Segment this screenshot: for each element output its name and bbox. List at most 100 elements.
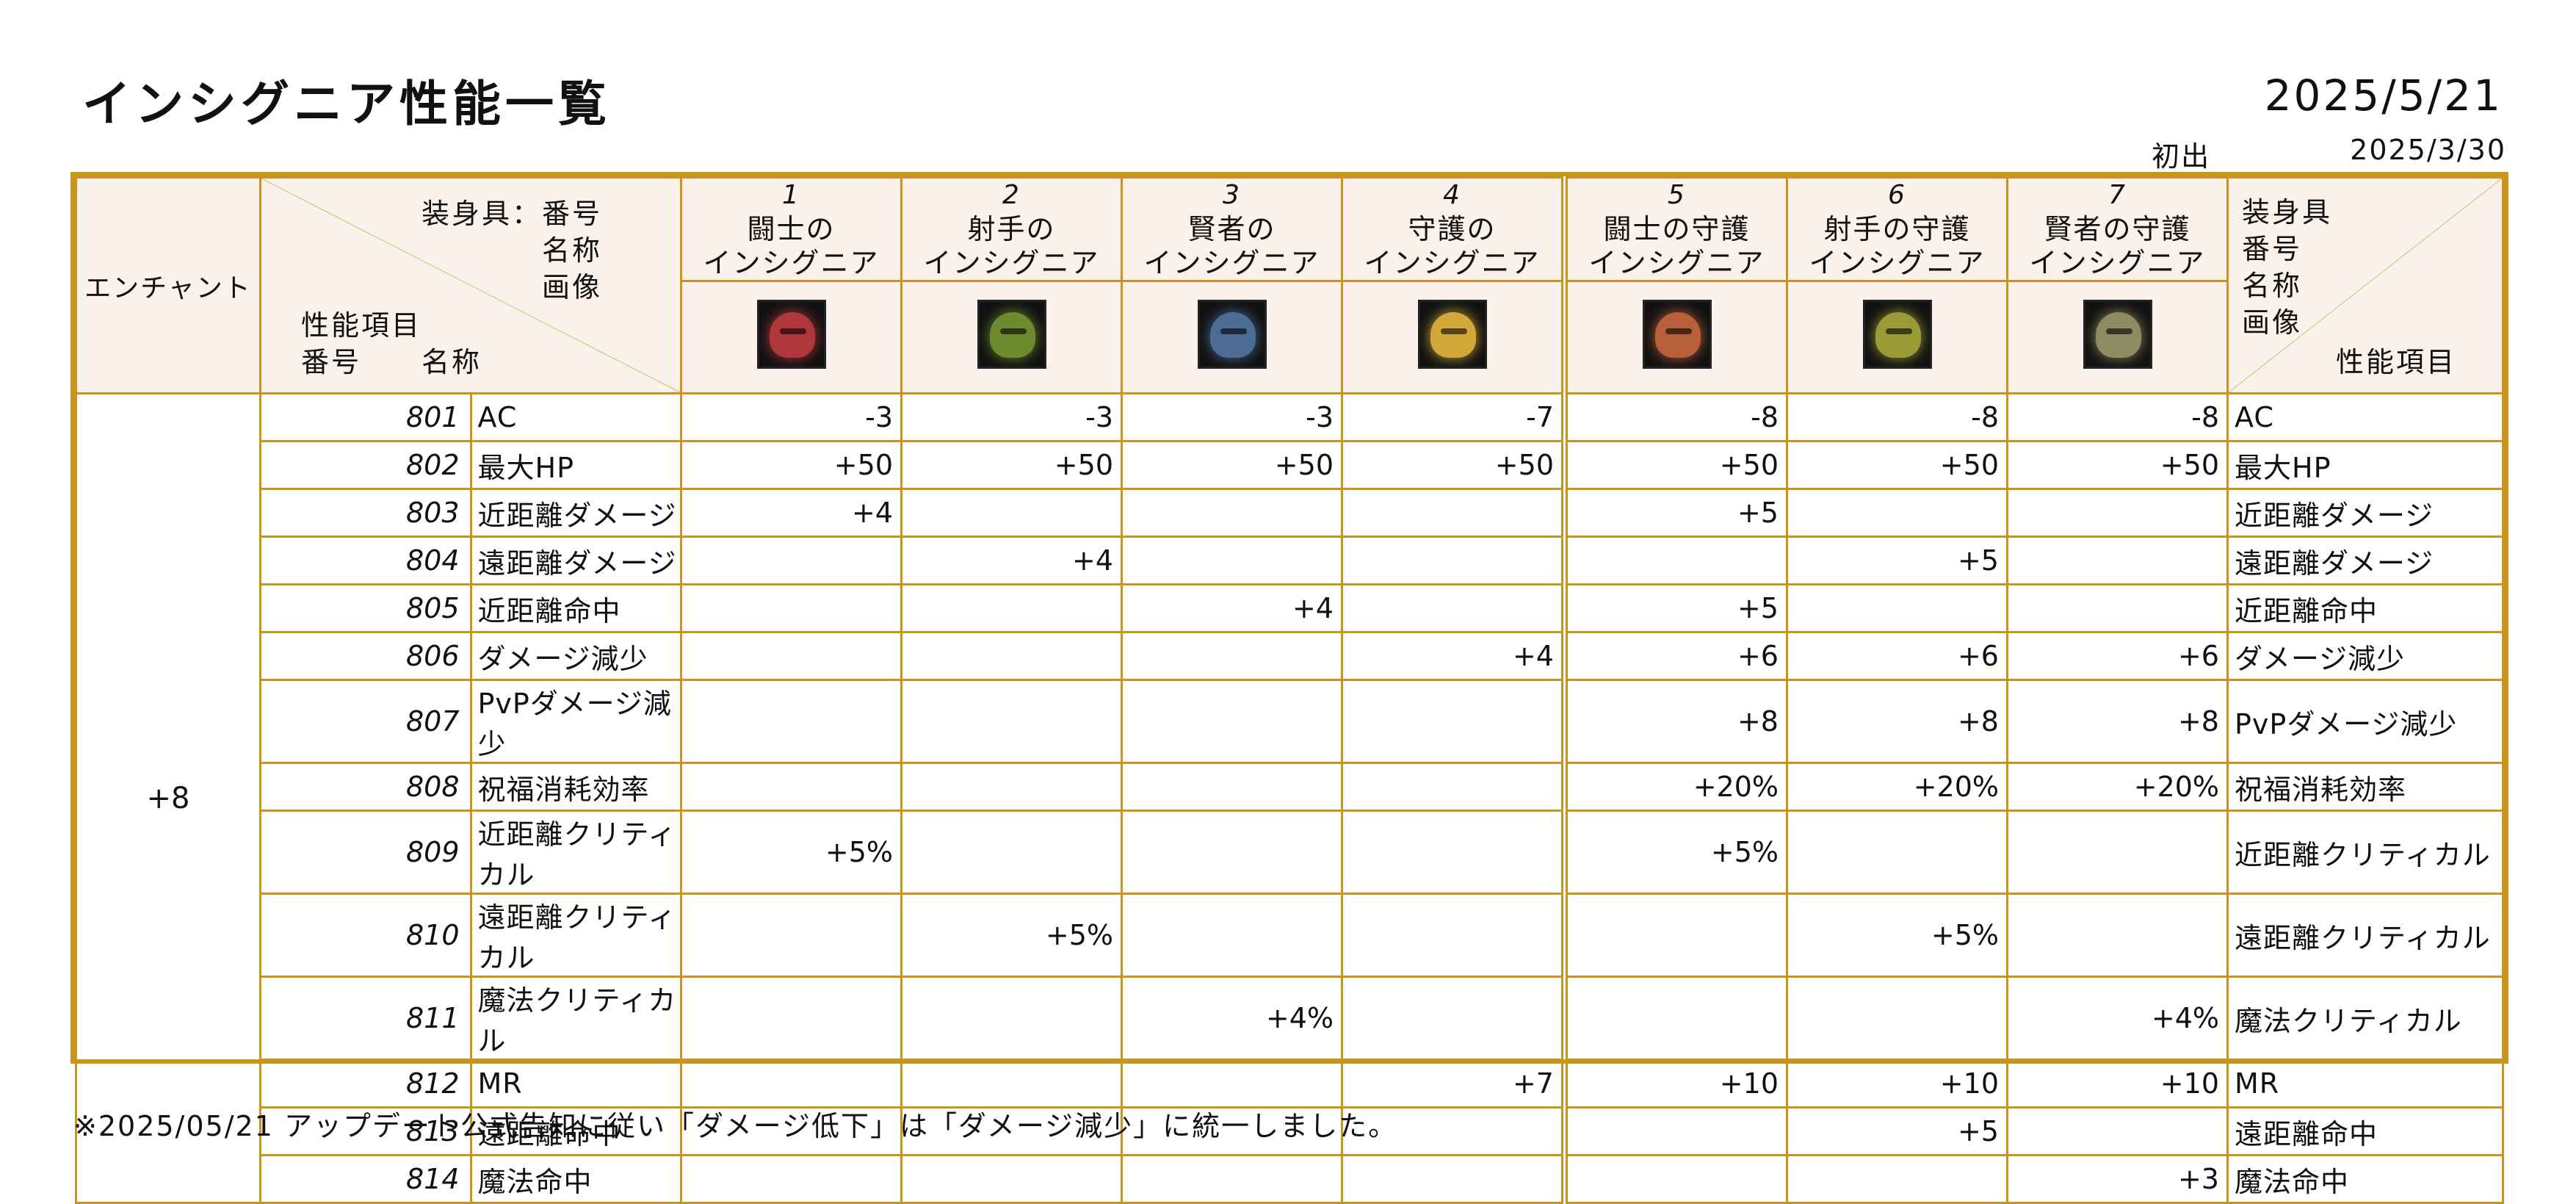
first-date: 2025/3/30	[2350, 134, 2506, 166]
table-row: 802 最大HP +50 +50 +50 +50 +50 +50 +50 最大HP	[76, 440, 2504, 490]
stat-name-right: PvPダメージ減少	[2226, 679, 2504, 764]
stat-name-right: AC	[2226, 392, 2504, 442]
stat-name-right: 遠距離ダメージ	[2226, 536, 2504, 585]
right-diagonal-header: 装身具 番号 名称 画像 性能項目	[2226, 176, 2504, 394]
stat-name-right: 魔法クリティカル	[2226, 976, 2504, 1061]
diag-top-line1: 装身具：番号	[422, 198, 603, 230]
stat-value	[900, 583, 1123, 633]
stat-number: 805	[259, 583, 472, 633]
column-header-2: 2 射手の インシグニア	[900, 176, 1123, 282]
stat-value: +4	[1341, 631, 1566, 681]
stat-number: 801	[259, 392, 472, 442]
stat-value	[2006, 583, 2229, 633]
diag-top-line3: 画像	[542, 271, 603, 303]
diag-top-line2: 名称	[542, 234, 603, 267]
stat-value	[1786, 488, 2008, 538]
stat-value	[680, 1059, 902, 1109]
stat-value	[1341, 810, 1566, 895]
stat-name-right: 最大HP	[2226, 440, 2504, 490]
stat-value	[900, 976, 1123, 1061]
stat-value	[900, 810, 1123, 895]
footnote: ※2025/05/21 アップデート公式告知に従い「ダメージ低下」は「ダメージ減…	[73, 1110, 1398, 1142]
stat-value	[900, 631, 1123, 681]
stat-value: +50	[1121, 440, 1343, 490]
stat-number: 803	[259, 488, 472, 538]
red-gold-insignia-icon	[1642, 299, 1712, 369]
insignia-table-frame: エンチャント 装身具：番号 名称 画像 性能項目 番号 名称 1 闘士の インシグニ…	[70, 172, 2508, 1204]
stat-name-right: 祝福消耗効率	[2226, 762, 2504, 812]
stat-name: 近距離クリティカル	[469, 810, 682, 895]
stat-number: 806	[259, 631, 472, 681]
column-image-3	[1121, 280, 1343, 394]
stat-value: +20%	[1786, 762, 2008, 812]
column-image-5	[1561, 280, 1788, 394]
stat-value: -3	[1121, 392, 1343, 442]
stat-value: +50	[680, 440, 902, 490]
stat-name-right: 遠距離クリティカル	[2226, 893, 2504, 978]
stat-name-right: 遠距離命中	[2226, 1106, 2504, 1156]
stat-value	[1121, 488, 1343, 538]
stat-value	[1561, 976, 1788, 1061]
column-image-1	[680, 280, 902, 394]
stat-value	[1561, 536, 1788, 585]
stat-value: +8	[1786, 679, 2008, 764]
blue-insignia-icon	[1197, 299, 1267, 369]
right-diag-line2: 番号	[2242, 233, 2303, 265]
stat-name: AC	[469, 392, 682, 442]
stat-value	[680, 679, 902, 764]
stat-name: 遠距離クリティカル	[469, 893, 682, 978]
stat-value: +50	[1341, 440, 1566, 490]
stat-value	[1121, 536, 1343, 585]
stat-value	[2006, 1106, 2229, 1156]
stat-value: +5	[1786, 536, 2008, 585]
first-appearance: 初出 2025/3/30	[2152, 134, 2506, 174]
column-image-4	[1341, 280, 1566, 394]
stat-value	[1341, 679, 1566, 764]
stat-value	[1341, 762, 1566, 812]
stat-value: +50	[1561, 440, 1788, 490]
stat-value	[1786, 810, 2008, 895]
stat-number: 810	[259, 893, 472, 978]
stat-value: +5%	[1786, 893, 2008, 978]
stat-name-right: 近距離命中	[2226, 583, 2504, 633]
stat-value	[680, 536, 902, 585]
stat-value	[1561, 893, 1788, 978]
stat-name: MR	[469, 1059, 682, 1109]
stat-value	[1341, 488, 1566, 538]
column-image-2	[900, 280, 1123, 394]
stat-name: 遠距離ダメージ	[469, 536, 682, 585]
stat-value: +4%	[1121, 976, 1343, 1061]
stat-value: +7	[1341, 1059, 1566, 1109]
stat-value: +10	[1786, 1059, 2008, 1109]
stat-value: +8	[1561, 679, 1788, 764]
right-diag-bottom: 性能項目	[2336, 346, 2457, 378]
stat-value: -8	[1786, 392, 2008, 442]
stat-value	[1121, 1059, 1343, 1109]
page-title: インシグニア性能一覧	[82, 76, 611, 132]
stat-value	[680, 583, 902, 633]
red-insignia-icon	[756, 299, 826, 369]
stat-name: 近距離命中	[469, 583, 682, 633]
stat-number: 809	[259, 810, 472, 895]
stat-name-right: 近距離クリティカル	[2226, 810, 2504, 895]
diagonal-header: 装身具：番号 名称 画像 性能項目 番号 名称	[259, 176, 682, 394]
stat-value: +50	[1786, 440, 2008, 490]
column-image-7	[2006, 280, 2229, 394]
right-diag-line1: 装身具	[2242, 196, 2333, 228]
stat-value	[900, 679, 1123, 764]
table-row: 804 遠距離ダメージ +4 +5 遠距離ダメージ	[76, 536, 2504, 585]
stat-value: +4	[680, 488, 902, 538]
stat-value: +5%	[900, 893, 1123, 978]
stat-value	[1121, 631, 1343, 681]
diag-bottom-line1: 性能項目	[301, 309, 422, 342]
table-row: 808 祝福消耗効率 +20% +20% +20% 祝福消耗効率	[76, 762, 2504, 812]
stat-name-right: 近距離ダメージ	[2226, 488, 2504, 538]
table-row: 810 遠距離クリティカル +5% +5% 遠距離クリティカル	[76, 893, 2504, 978]
stat-value: -8	[2006, 392, 2229, 442]
stat-value: +4	[900, 536, 1123, 585]
column-header-3: 3 賢者の インシグニア	[1121, 176, 1343, 282]
table-row: 803 近距離ダメージ +4 +5 近距離ダメージ	[76, 488, 2504, 538]
stat-value: +6	[2006, 631, 2229, 681]
stat-value	[680, 976, 902, 1061]
stat-value	[1341, 583, 1566, 633]
